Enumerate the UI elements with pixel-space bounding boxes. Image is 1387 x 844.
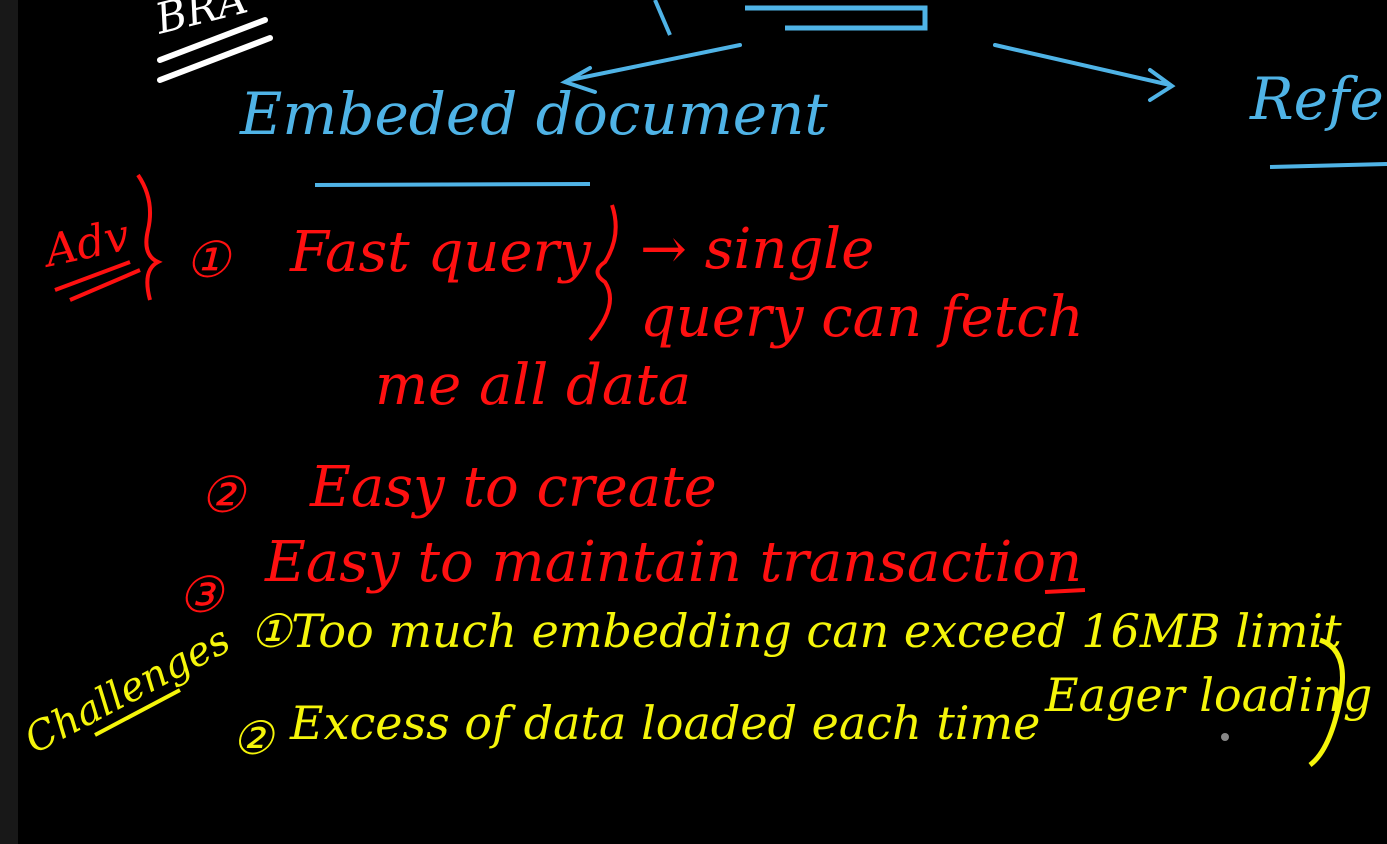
embedded-document-heading: Embeded document bbox=[240, 80, 828, 148]
blue-arrow-stem bbox=[653, 0, 672, 36]
advantage-3-text: Easy to maintain transaction bbox=[265, 530, 1083, 595]
challenge-2-text: Excess of data loaded each time bbox=[290, 696, 1041, 750]
advantage-1-arrow-text: → single bbox=[640, 217, 875, 282]
blue-underline-reference bbox=[1269, 162, 1387, 169]
advantage-3-number: ③ bbox=[178, 566, 223, 624]
blue-top-line bbox=[745, 5, 928, 31]
challenge-1-text: ①Too much embedding can exceed 16MB limi… bbox=[250, 604, 1342, 658]
cursor-dot bbox=[1221, 733, 1229, 741]
blue-underline-embedded bbox=[314, 182, 591, 187]
advantage-1-end: me all data bbox=[375, 353, 692, 418]
whiteboard-canvas[interactable]: BRA Embeded document Refer Adv ① Fast qu… bbox=[0, 0, 1387, 844]
red-query-brace bbox=[588, 204, 618, 342]
advantage-1-continued: query can fetch bbox=[640, 285, 1084, 350]
challenge-2-number: ② bbox=[232, 711, 274, 765]
advantage-2-number: ② bbox=[200, 466, 245, 524]
blue-arrow-right bbox=[993, 43, 1176, 102]
advantage-1-number: ① bbox=[185, 231, 230, 289]
advantage-2-text: Easy to create bbox=[310, 455, 717, 520]
advantage-1-title: Fast query bbox=[290, 220, 591, 285]
reference-heading: Refer bbox=[1250, 65, 1387, 133]
challenge-2-note: Eager loading bbox=[1045, 668, 1373, 722]
red-adv-brace bbox=[136, 173, 163, 301]
